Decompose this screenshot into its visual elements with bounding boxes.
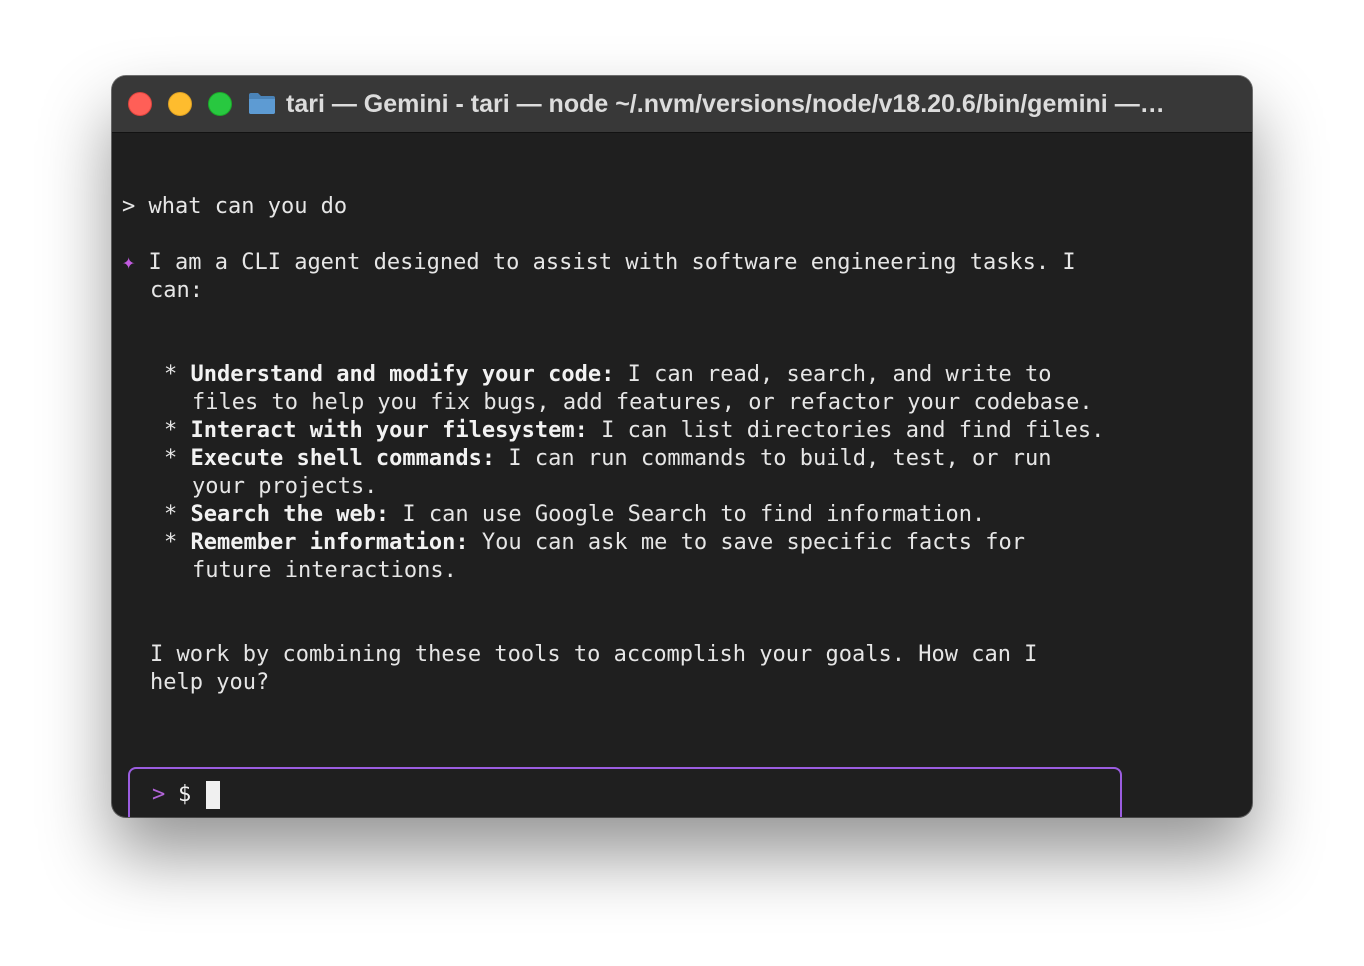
bullet-text: You can ask me to save specific facts fo… [468,530,1025,555]
agent-closing-line-1: I work by combining these tools to accom… [150,642,1038,667]
bullet-continuation: future interactions. [192,558,457,583]
bullet-title: Understand and modify your code: [190,362,615,387]
list-item: * Interact with your filesystem: I can l… [164,417,1104,445]
bullet-title: Remember information: [190,530,469,555]
agent-intro-line-2: can: [150,278,203,303]
bullet-title: Execute shell commands: [190,446,496,471]
bullet-marker: * [164,362,178,387]
title-bar[interactable]: tari — Gemini - tari — node ~/.nvm/versi… [112,76,1252,133]
terminal-output[interactable]: > what can you do ✦ I am a CLI agent des… [112,133,1252,817]
bullet-title: Interact with your filesystem: [190,418,588,443]
bullet-marker: * [164,446,178,471]
shell-mode-symbol: $ [178,782,192,807]
bullet-text: I can list directories and find files. [587,418,1105,443]
bullet-text: I can run commands to build, test, or ru… [495,446,1052,471]
text-cursor [206,781,220,809]
user-query-line: > what can you do [122,193,347,221]
bullet-marker: * [164,530,178,555]
bullet-text: I can use Google Search to find informat… [389,502,986,527]
agent-intro-line-1: ✦ I am a CLI agent designed to assist wi… [122,249,1076,277]
list-item: * Remember information: You can ask me t… [164,529,1025,557]
list-item: * Execute shell commands: I can run comm… [164,445,1051,473]
bullet-continuation: your projects. [192,474,378,499]
minimize-button[interactable] [168,92,192,116]
sparkle-icon: ✦ [122,250,136,275]
bullet-text: I can read, search, and write to [614,362,1052,387]
user-prompt-symbol: > [122,194,136,219]
agent-intro-text-1: I am a CLI agent designed to assist with… [148,250,1076,275]
close-button[interactable] [128,92,152,116]
list-item: * Understand and modify your code: I can… [164,361,1051,389]
prompt-input-box[interactable]: > $ [128,767,1122,817]
bullet-marker: * [164,418,178,443]
folder-icon [249,93,275,114]
bullet-title: Search the web: [190,502,390,527]
bullet-continuation: files to help you fix bugs, add features… [192,390,1093,415]
input-prompt-symbol: > [152,782,166,807]
bullet-marker: * [164,502,178,527]
terminal-window: tari — Gemini - tari — node ~/.nvm/versi… [112,76,1252,817]
zoom-button[interactable] [208,92,232,116]
window-title: tari — Gemini - tari — node ~/.nvm/versi… [286,90,1165,118]
list-item: * Search the web: I can use Google Searc… [164,501,985,529]
user-query-text: what can you do [148,194,348,219]
agent-closing-line-2: help you? [150,670,270,695]
